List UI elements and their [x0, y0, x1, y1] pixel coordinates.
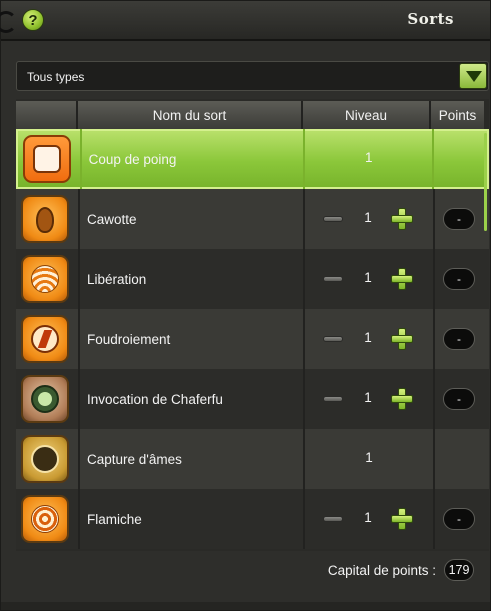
spell-level: 1 — [364, 390, 372, 405]
increase-level-button[interactable] — [391, 268, 413, 290]
spell-points-cell — [432, 129, 487, 189]
spell-points-badge: - — [443, 388, 475, 410]
help-button[interactable]: ? — [22, 9, 44, 31]
header-icon-column — [16, 101, 78, 129]
spell-glyph — [36, 207, 54, 233]
decrease-level-button[interactable] — [323, 276, 343, 282]
spell-points-badge: - — [443, 508, 475, 530]
decrease-level-button[interactable] — [323, 516, 343, 522]
header-points[interactable]: Points — [431, 101, 484, 129]
table-row[interactable]: Capture d'âmes 1 — [16, 429, 489, 489]
header-spell-name[interactable]: Nom du sort — [78, 101, 303, 129]
spell-icon-cell — [16, 369, 78, 429]
table-row[interactable]: Libération 1 - — [16, 249, 489, 309]
spell-points-badge: - — [443, 268, 475, 290]
table-row[interactable]: Flamiche 1 - — [16, 489, 489, 549]
increase-level-button[interactable] — [391, 208, 413, 230]
spell-level-cell: 1 — [303, 189, 433, 249]
spell-level-cell: 1 — [303, 249, 433, 309]
spell-points-badge: - — [443, 328, 475, 350]
spell-icon-cell — [16, 429, 78, 489]
spell-icon-cell — [16, 489, 78, 549]
spell-name: Coup de poing — [79, 129, 304, 189]
spell-glyph — [33, 145, 61, 173]
spell-level-cell: 1 — [303, 429, 433, 489]
dropdown-arrow-icon[interactable] — [459, 63, 487, 89]
spell-glyph — [31, 325, 59, 353]
lightning-icon — [21, 315, 69, 363]
spell-level: 1 — [364, 510, 372, 525]
spell-name: Flamiche — [78, 489, 303, 549]
bottom-strip — [1, 602, 490, 610]
scrollbar-thumb[interactable] — [484, 133, 487, 231]
spell-icon-cell — [16, 249, 78, 309]
spell-rows: Coup de poing 1 Cawotte 1- Libération 1- Foudr… — [16, 129, 489, 549]
spell-level-cell: 1 — [303, 369, 433, 429]
carrot-icon — [21, 195, 69, 243]
spell-points-cell: - — [433, 249, 488, 309]
skull-icon — [21, 375, 69, 423]
table-row[interactable]: Cawotte 1 - — [16, 189, 489, 249]
table-header: Nom du sort Niveau Points — [16, 101, 489, 129]
table-row[interactable]: Coup de poing 1 — [16, 129, 489, 189]
decrease-level-button[interactable] — [323, 216, 343, 222]
spell-type-selected: Tous types — [27, 70, 85, 84]
spell-level: 1 — [364, 270, 372, 285]
spell-points-cell: - — [433, 489, 488, 549]
spell-level-cell: 1 — [303, 489, 433, 549]
spell-points-cell: - — [433, 189, 488, 249]
fist-icon — [23, 135, 71, 183]
spell-level-cell: 1 — [303, 309, 433, 369]
decrease-level-button[interactable] — [323, 336, 343, 342]
spells-window: ? Sorts Tous types Nom du sort Niveau Po… — [0, 0, 491, 611]
table-row[interactable]: Invocation de Chaferfu 1 - — [16, 369, 489, 429]
spell-icon-cell — [16, 189, 78, 249]
spell-glyph — [31, 505, 59, 533]
spell-glyph — [31, 265, 59, 293]
soul-capture-icon — [21, 435, 69, 483]
capital-points-value: 179 — [444, 559, 474, 581]
spell-name: Libération — [78, 249, 303, 309]
spell-level: 1 — [364, 330, 372, 345]
decrease-level-button[interactable] — [323, 396, 343, 402]
spell-level: 1 — [365, 450, 373, 465]
spell-icon-cell — [18, 129, 80, 189]
spell-points-cell: - — [433, 369, 488, 429]
increase-level-button[interactable] — [391, 328, 413, 350]
header-level[interactable]: Niveau — [303, 101, 431, 129]
corner-swirl-icon — [0, 11, 17, 33]
table-row[interactable]: Foudroiement 1 - — [16, 309, 489, 369]
spell-name: Capture d'âmes — [78, 429, 303, 489]
spell-level: 1 — [365, 150, 373, 165]
spell-points-cell: - — [433, 309, 488, 369]
question-mark-icon: ? — [28, 11, 38, 29]
waves-icon — [21, 255, 69, 303]
spells-table: Nom du sort Niveau Points Coup de poing 1… — [16, 99, 489, 551]
spell-level-cell: 1 — [303, 129, 432, 189]
spell-glyph — [31, 445, 59, 473]
spell-name: Invocation de Chaferfu — [78, 369, 303, 429]
spiral-flame-icon — [21, 495, 69, 543]
capital-points-label: Capital de points : — [327, 563, 436, 578]
spell-points-cell — [433, 429, 488, 489]
spell-level: 1 — [364, 210, 372, 225]
spell-glyph — [31, 385, 59, 413]
spell-points-badge: - — [443, 208, 475, 230]
window-title: Sorts — [407, 10, 454, 28]
spell-type-dropdown[interactable]: Tous types — [16, 61, 489, 91]
title-bar[interactable]: ? Sorts — [0, 1, 490, 41]
spell-icon-cell — [16, 309, 78, 369]
spell-name: Cawotte — [78, 189, 303, 249]
increase-level-button[interactable] — [391, 508, 413, 530]
increase-level-button[interactable] — [391, 388, 413, 410]
spell-name: Foudroiement — [78, 309, 303, 369]
